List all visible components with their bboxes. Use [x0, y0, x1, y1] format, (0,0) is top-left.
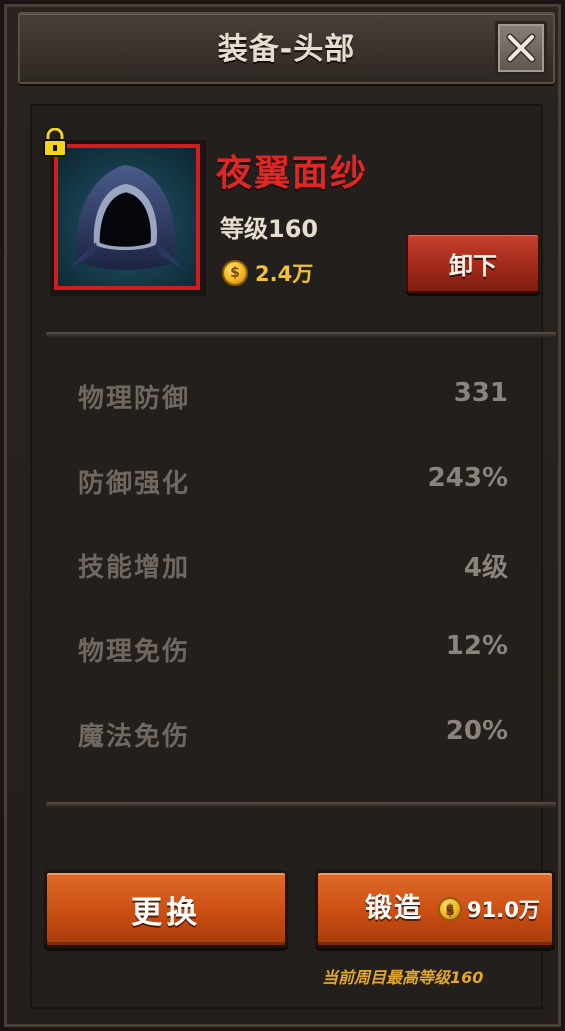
stat-label: 魔法免伤: [78, 722, 191, 752]
equipment-panel: 装备-头部 夜翼面纱 等级160 $ 2.4万 卸下 物理防御 331 防御强化…: [0, 0, 565, 1031]
forge-cost-value: 91.0万: [467, 898, 540, 922]
page-title: 装备-头部: [217, 32, 356, 67]
item-price: $ 2.4万: [222, 258, 313, 288]
divider-top: [46, 332, 556, 338]
unequip-button[interactable]: 卸下: [406, 233, 540, 293]
forge-cost: $ 91.0万: [438, 873, 540, 945]
close-button[interactable]: [495, 21, 547, 75]
item-price-value: 2.4万: [255, 262, 314, 286]
stat-row: 物理免伤 12%: [78, 631, 508, 671]
stat-row: 魔法免伤 20%: [78, 716, 508, 756]
coin-icon: $: [438, 897, 462, 921]
stat-value: 331: [453, 378, 508, 408]
coin-icon: $: [222, 260, 248, 286]
forge-button[interactable]: 锻造 $ 91.0万: [315, 870, 555, 948]
stat-row: 技能增加 4级: [78, 547, 508, 587]
stat-value: 4级: [463, 553, 508, 583]
item-name: 夜翼面纱: [216, 153, 369, 194]
max-level-note: 当前周目最高等级160: [322, 968, 484, 987]
header-bar: 装备-头部: [18, 12, 555, 84]
stat-row: 防御强化 243%: [78, 463, 508, 503]
lock-icon: [43, 128, 67, 157]
stat-label: 物理免伤: [78, 637, 191, 667]
item-level: 等级160: [220, 215, 319, 243]
stat-label: 技能增加: [78, 553, 191, 583]
stat-label: 物理防御: [78, 384, 191, 414]
stat-row: 物理防御 331: [78, 378, 508, 418]
stat-value: 20%: [445, 716, 508, 746]
divider-bottom: [46, 802, 556, 808]
stat-value: 243%: [427, 463, 508, 493]
replace-button[interactable]: 更换: [44, 870, 288, 948]
stat-label: 防御强化: [78, 469, 191, 499]
stat-value: 12%: [445, 631, 508, 661]
hooded-veil-icon[interactable]: [54, 144, 200, 290]
forge-label: 锻造: [365, 893, 423, 924]
close-icon: [506, 33, 536, 63]
